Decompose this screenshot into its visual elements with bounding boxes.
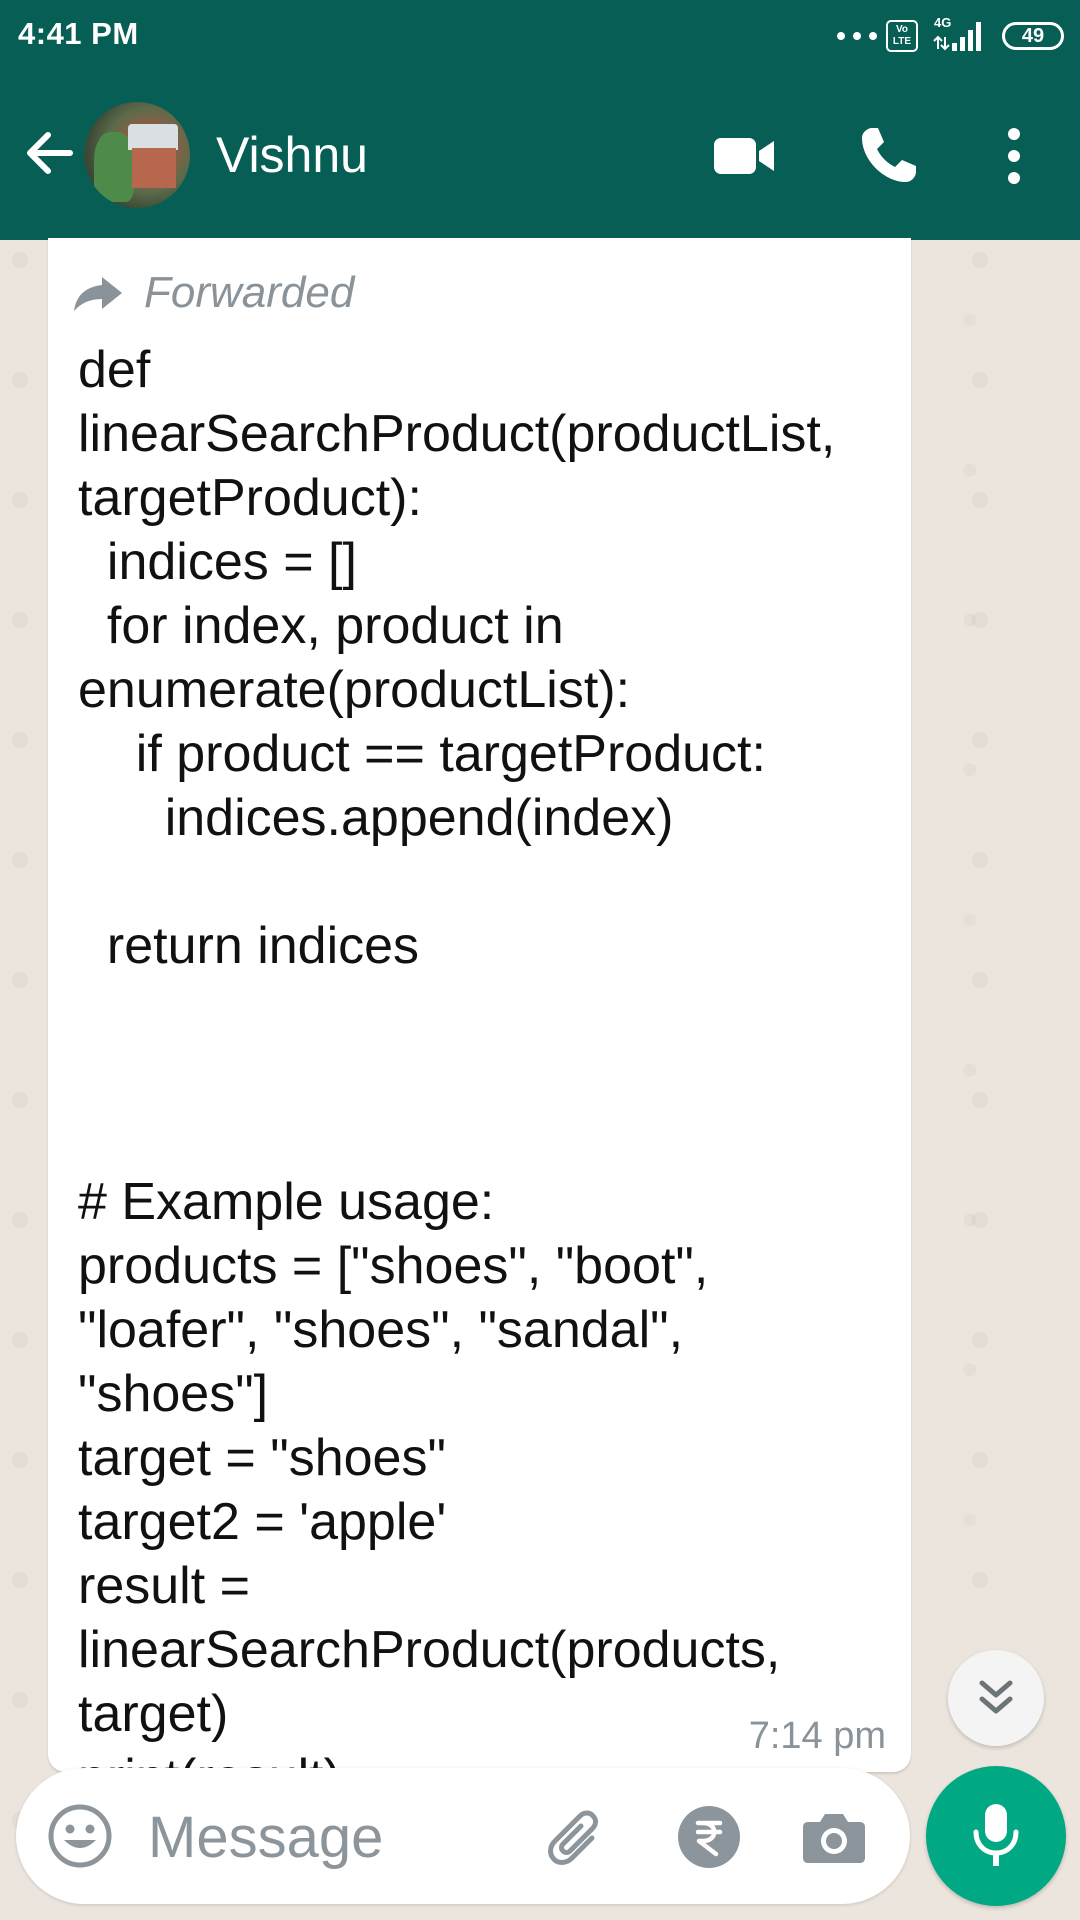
message-composer — [16, 1768, 910, 1904]
emoji-icon[interactable] — [46, 1802, 114, 1870]
more-notifications-icon — [837, 32, 877, 40]
double-chevron-down-icon — [979, 1680, 1013, 1714]
more-options-icon[interactable] — [974, 116, 1054, 196]
forward-icon — [74, 277, 122, 311]
status-time: 4:41 PM — [18, 16, 139, 51]
contact-name[interactable]: Vishnu — [216, 126, 368, 184]
signal-icon: 4G — [932, 15, 986, 53]
mic-button[interactable] — [926, 1766, 1066, 1906]
scroll-to-bottom-button[interactable] — [948, 1650, 1044, 1746]
avatar[interactable] — [84, 102, 190, 208]
battery-icon: 49 — [1002, 22, 1064, 50]
phone-icon[interactable] — [848, 116, 928, 196]
mic-icon — [973, 1804, 1019, 1866]
message-text: def linearSearchProduct(productList, tar… — [78, 341, 836, 1807]
message-time: 7:14 pm — [748, 1715, 886, 1757]
rupee-payment-icon[interactable] — [676, 1804, 742, 1870]
video-call-icon[interactable] — [704, 116, 784, 196]
battery-level: 49 — [1021, 25, 1045, 47]
forwarded-indicator: Forwarded — [72, 268, 354, 318]
message-input[interactable] — [146, 1796, 530, 1878]
camera-icon[interactable] — [800, 1804, 868, 1870]
forwarded-label: Forwarded — [144, 268, 355, 317]
volte-icon: Vo LTE — [886, 20, 918, 52]
attach-icon[interactable] — [540, 1802, 610, 1872]
chat-header: Vishnu — [0, 72, 1080, 240]
message-bubble[interactable]: Forwarded def linearSearchProduct(produc… — [48, 238, 911, 1807]
status-icons: Vo LTE 4G 49 — [836, 15, 1064, 54]
back-arrow-icon[interactable] — [18, 122, 80, 184]
status-bar: 4:41 PM Vo LTE 4G 49 — [0, 0, 1080, 72]
